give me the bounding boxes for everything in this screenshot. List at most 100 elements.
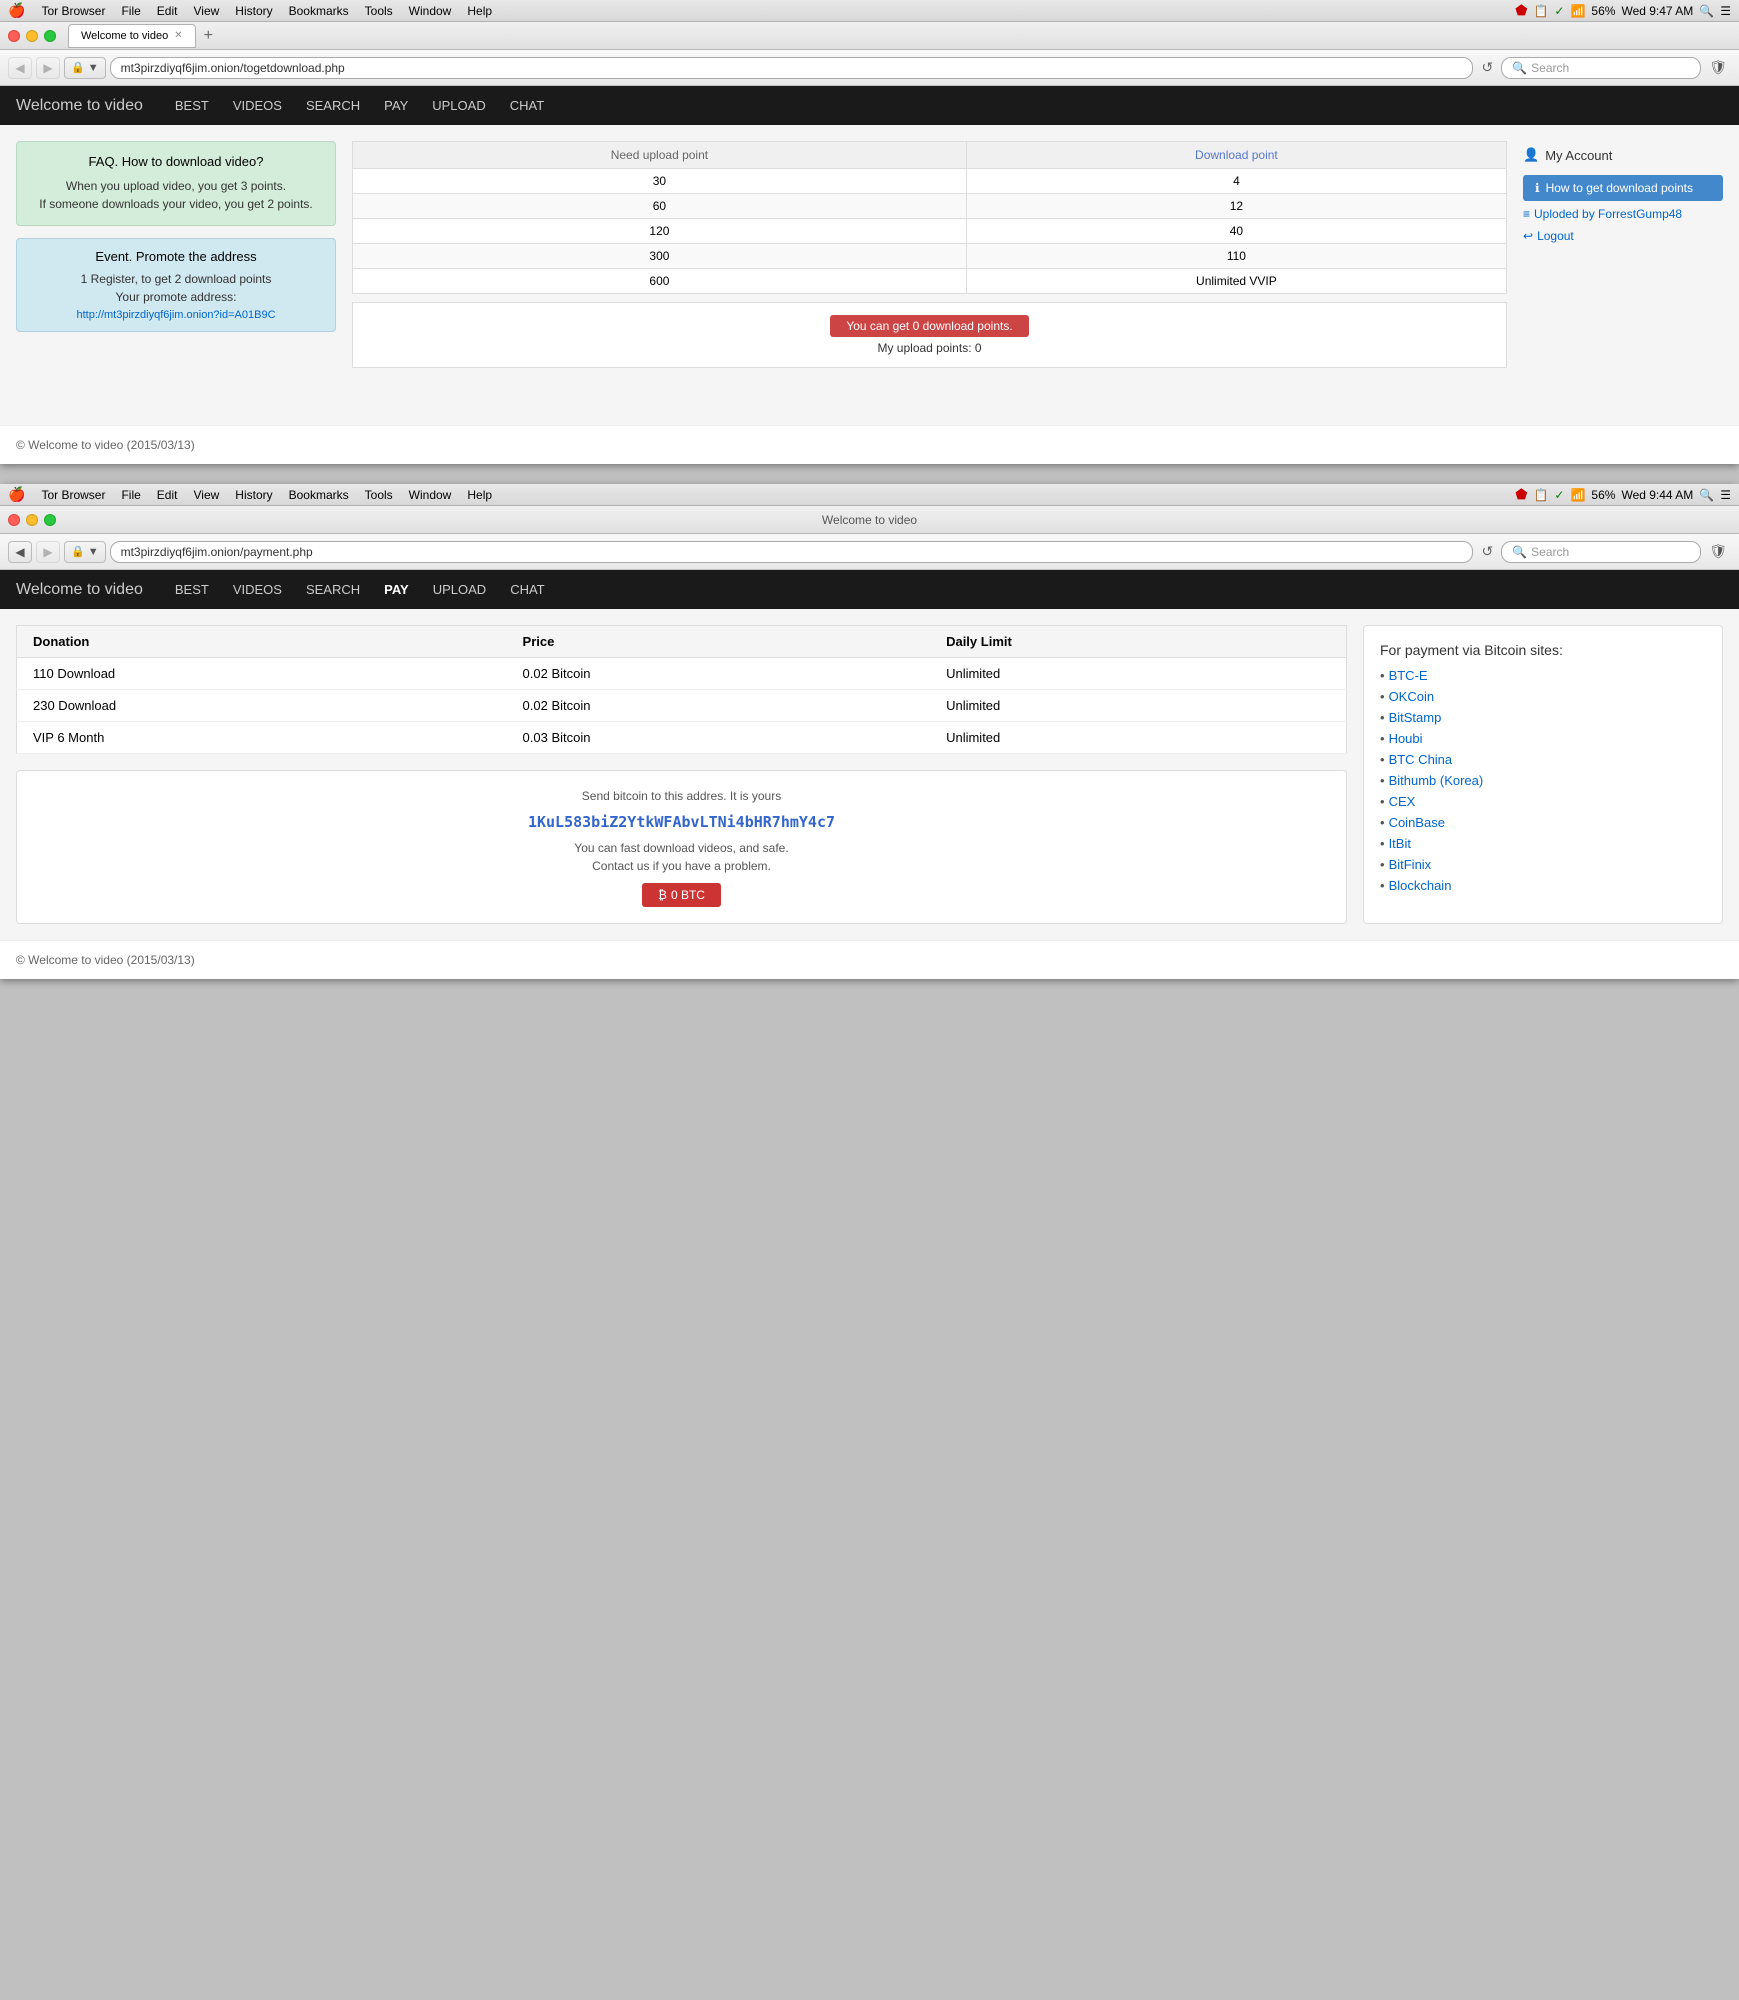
close-button[interactable]	[8, 30, 20, 42]
reload-button[interactable]: ↺	[1477, 59, 1497, 76]
back-button2[interactable]: ◀	[8, 541, 32, 563]
payment-row: 230 Download0.02 BitcoinUnlimited	[17, 690, 1347, 722]
menu2-file[interactable]: File	[113, 488, 148, 502]
active-tab[interactable]: Welcome to video ✕	[68, 24, 196, 48]
nav2-search[interactable]: SEARCH	[294, 578, 372, 601]
payment-site-link[interactable]: ItBit	[1389, 836, 1411, 851]
nav-upload[interactable]: UPLOAD	[420, 94, 497, 117]
table-row: 12040	[353, 219, 1507, 244]
apple-menu2[interactable]: 🍎	[8, 486, 25, 503]
uploaded-by-link[interactable]: ≡ Uploded by ForrestGump48	[1523, 207, 1723, 221]
menu-bookmarks[interactable]: Bookmarks	[281, 4, 357, 18]
url-bar2[interactable]: mt3pirzdiyqf6jim.onion/payment.php	[110, 541, 1474, 563]
minimize-button[interactable]	[26, 30, 38, 42]
btc-icon: ₿	[658, 888, 667, 902]
nav-search[interactable]: SEARCH	[294, 94, 372, 117]
nav2-pay[interactable]: PAY	[372, 578, 421, 601]
tor-vpn-icon2[interactable]: 🛡	[1705, 543, 1731, 560]
payment-col-limit: Daily Limit	[930, 626, 1346, 658]
titlebar2: Welcome to video	[0, 506, 1739, 534]
close-button2[interactable]	[8, 514, 20, 526]
back-button[interactable]: ◀	[8, 57, 32, 79]
nav-best[interactable]: BEST	[163, 94, 221, 117]
need-cell: 60	[353, 194, 967, 219]
payment-site-link[interactable]: OKCoin	[1389, 689, 1435, 704]
url-bar[interactable]: mt3pirzdiyqf6jim.onion/togetdownload.php	[110, 57, 1474, 79]
logout-link[interactable]: ↩ Logout	[1523, 229, 1723, 243]
footer2: © Welcome to video (2015/03/13)	[0, 940, 1739, 979]
nav2-upload[interactable]: UPLOAD	[421, 578, 498, 601]
menu2-view[interactable]: View	[185, 488, 227, 502]
minimize-button2[interactable]	[26, 514, 38, 526]
menubar2-right: ⬟ 📋 ✓ 📶 56% Wed 9:44 AM 🔍 ☰	[1515, 486, 1731, 503]
menu-window[interactable]: Window	[401, 4, 460, 18]
lock-icon: 🔒	[71, 61, 85, 74]
search-icon: 🔍	[1512, 61, 1527, 75]
tab-close-button[interactable]: ✕	[174, 30, 182, 41]
payment-site-link[interactable]: Blockchain	[1389, 878, 1452, 893]
list-icon[interactable]: ☰	[1720, 4, 1731, 18]
search-bar2[interactable]: 🔍 Search	[1501, 541, 1701, 563]
nav-chat[interactable]: CHAT	[498, 94, 556, 117]
site-title2: Welcome to video	[16, 581, 143, 599]
forward-button[interactable]: ▶	[36, 57, 60, 79]
nav2-best[interactable]: BEST	[163, 578, 221, 601]
payment-site-link[interactable]: BTC-E	[1389, 668, 1428, 683]
menu-file[interactable]: File	[113, 4, 148, 18]
search-menu-icon2[interactable]: 🔍	[1699, 488, 1714, 502]
list-icon3[interactable]: ☰	[1720, 488, 1731, 502]
faq-box: FAQ. How to download video? When you upl…	[16, 141, 336, 226]
menu2-tor-browser[interactable]: Tor Browser	[33, 488, 113, 502]
menu2-help[interactable]: Help	[459, 488, 500, 502]
payment-site-link[interactable]: BTC China	[1389, 752, 1453, 767]
bitcoin-address[interactable]: 1KuL583biZ2YtkWFAbvLTNi4bHR7hmY4c7	[33, 813, 1330, 831]
nav-pay[interactable]: PAY	[372, 94, 420, 117]
table-row: 6012	[353, 194, 1507, 219]
info-icon: ℹ	[1535, 181, 1540, 195]
maximize-button[interactable]	[44, 30, 56, 42]
nav-videos[interactable]: VIDEOS	[221, 94, 294, 117]
apple-menu[interactable]: 🍎	[8, 2, 25, 19]
payment-site-link[interactable]: CoinBase	[1389, 815, 1445, 830]
search-menu-icon[interactable]: 🔍	[1699, 4, 1714, 18]
payment-site-link[interactable]: BitFinix	[1389, 857, 1432, 872]
menu2-bookmarks[interactable]: Bookmarks	[281, 488, 357, 502]
btc-button[interactable]: ₿ 0 BTC	[642, 883, 721, 907]
limit-cell: Unlimited	[930, 690, 1346, 722]
menu-view[interactable]: View	[185, 4, 227, 18]
menu-help[interactable]: Help	[459, 4, 500, 18]
new-tab-button[interactable]: +	[196, 27, 221, 45]
limit-cell: Unlimited	[930, 658, 1346, 690]
donation-cell: VIP 6 Month	[17, 722, 507, 754]
payment-site-link[interactable]: BitStamp	[1389, 710, 1442, 725]
menu-tools[interactable]: Tools	[357, 4, 401, 18]
payment-site-link[interactable]: CEX	[1389, 794, 1416, 809]
how-to-button[interactable]: ℹ How to get download points	[1523, 175, 1723, 201]
search-bar[interactable]: 🔍 Search	[1501, 57, 1701, 79]
menu-tor-browser[interactable]: Tor Browser	[33, 4, 113, 18]
event-link[interactable]: http://mt3pirzdiyqf6jim.onion?id=A01B9C	[76, 309, 275, 321]
menu2-tools[interactable]: Tools	[357, 488, 401, 502]
url-text: mt3pirzdiyqf6jim.onion/togetdownload.php	[121, 61, 345, 75]
nav2-videos[interactable]: VIDEOS	[221, 578, 294, 601]
payment-site-link[interactable]: Houbi	[1389, 731, 1423, 746]
menu-history[interactable]: History	[227, 4, 280, 18]
download-info: You can get 0 download points. My upload…	[352, 302, 1507, 368]
payment-site-link[interactable]: Bithumb (Korea)	[1389, 773, 1484, 788]
search-icon2: 🔍	[1512, 545, 1527, 559]
forward-button2[interactable]: ▶	[36, 541, 60, 563]
menu-edit[interactable]: Edit	[149, 4, 186, 18]
my-account-item[interactable]: 👤 My Account	[1523, 141, 1723, 169]
reload-button2[interactable]: ↺	[1477, 543, 1497, 560]
traffic-lights2	[8, 514, 56, 526]
menu2-history[interactable]: History	[227, 488, 280, 502]
menubar2: 🍎 Tor Browser File Edit View History Boo…	[0, 484, 1739, 506]
menu2-window[interactable]: Window	[401, 488, 460, 502]
menu2-edit[interactable]: Edit	[149, 488, 186, 502]
maximize-button2[interactable]	[44, 514, 56, 526]
navbar1: ◀ ▶ 🔒 ▼ mt3pirzdiyqf6jim.onion/togetdown…	[0, 50, 1739, 86]
main-content1: FAQ. How to download video? When you upl…	[0, 125, 1739, 425]
nav2-chat[interactable]: CHAT	[498, 578, 556, 601]
titlebar1: Welcome to video ✕ +	[0, 22, 1739, 50]
tor-vpn-icon[interactable]: 🛡	[1705, 59, 1731, 76]
